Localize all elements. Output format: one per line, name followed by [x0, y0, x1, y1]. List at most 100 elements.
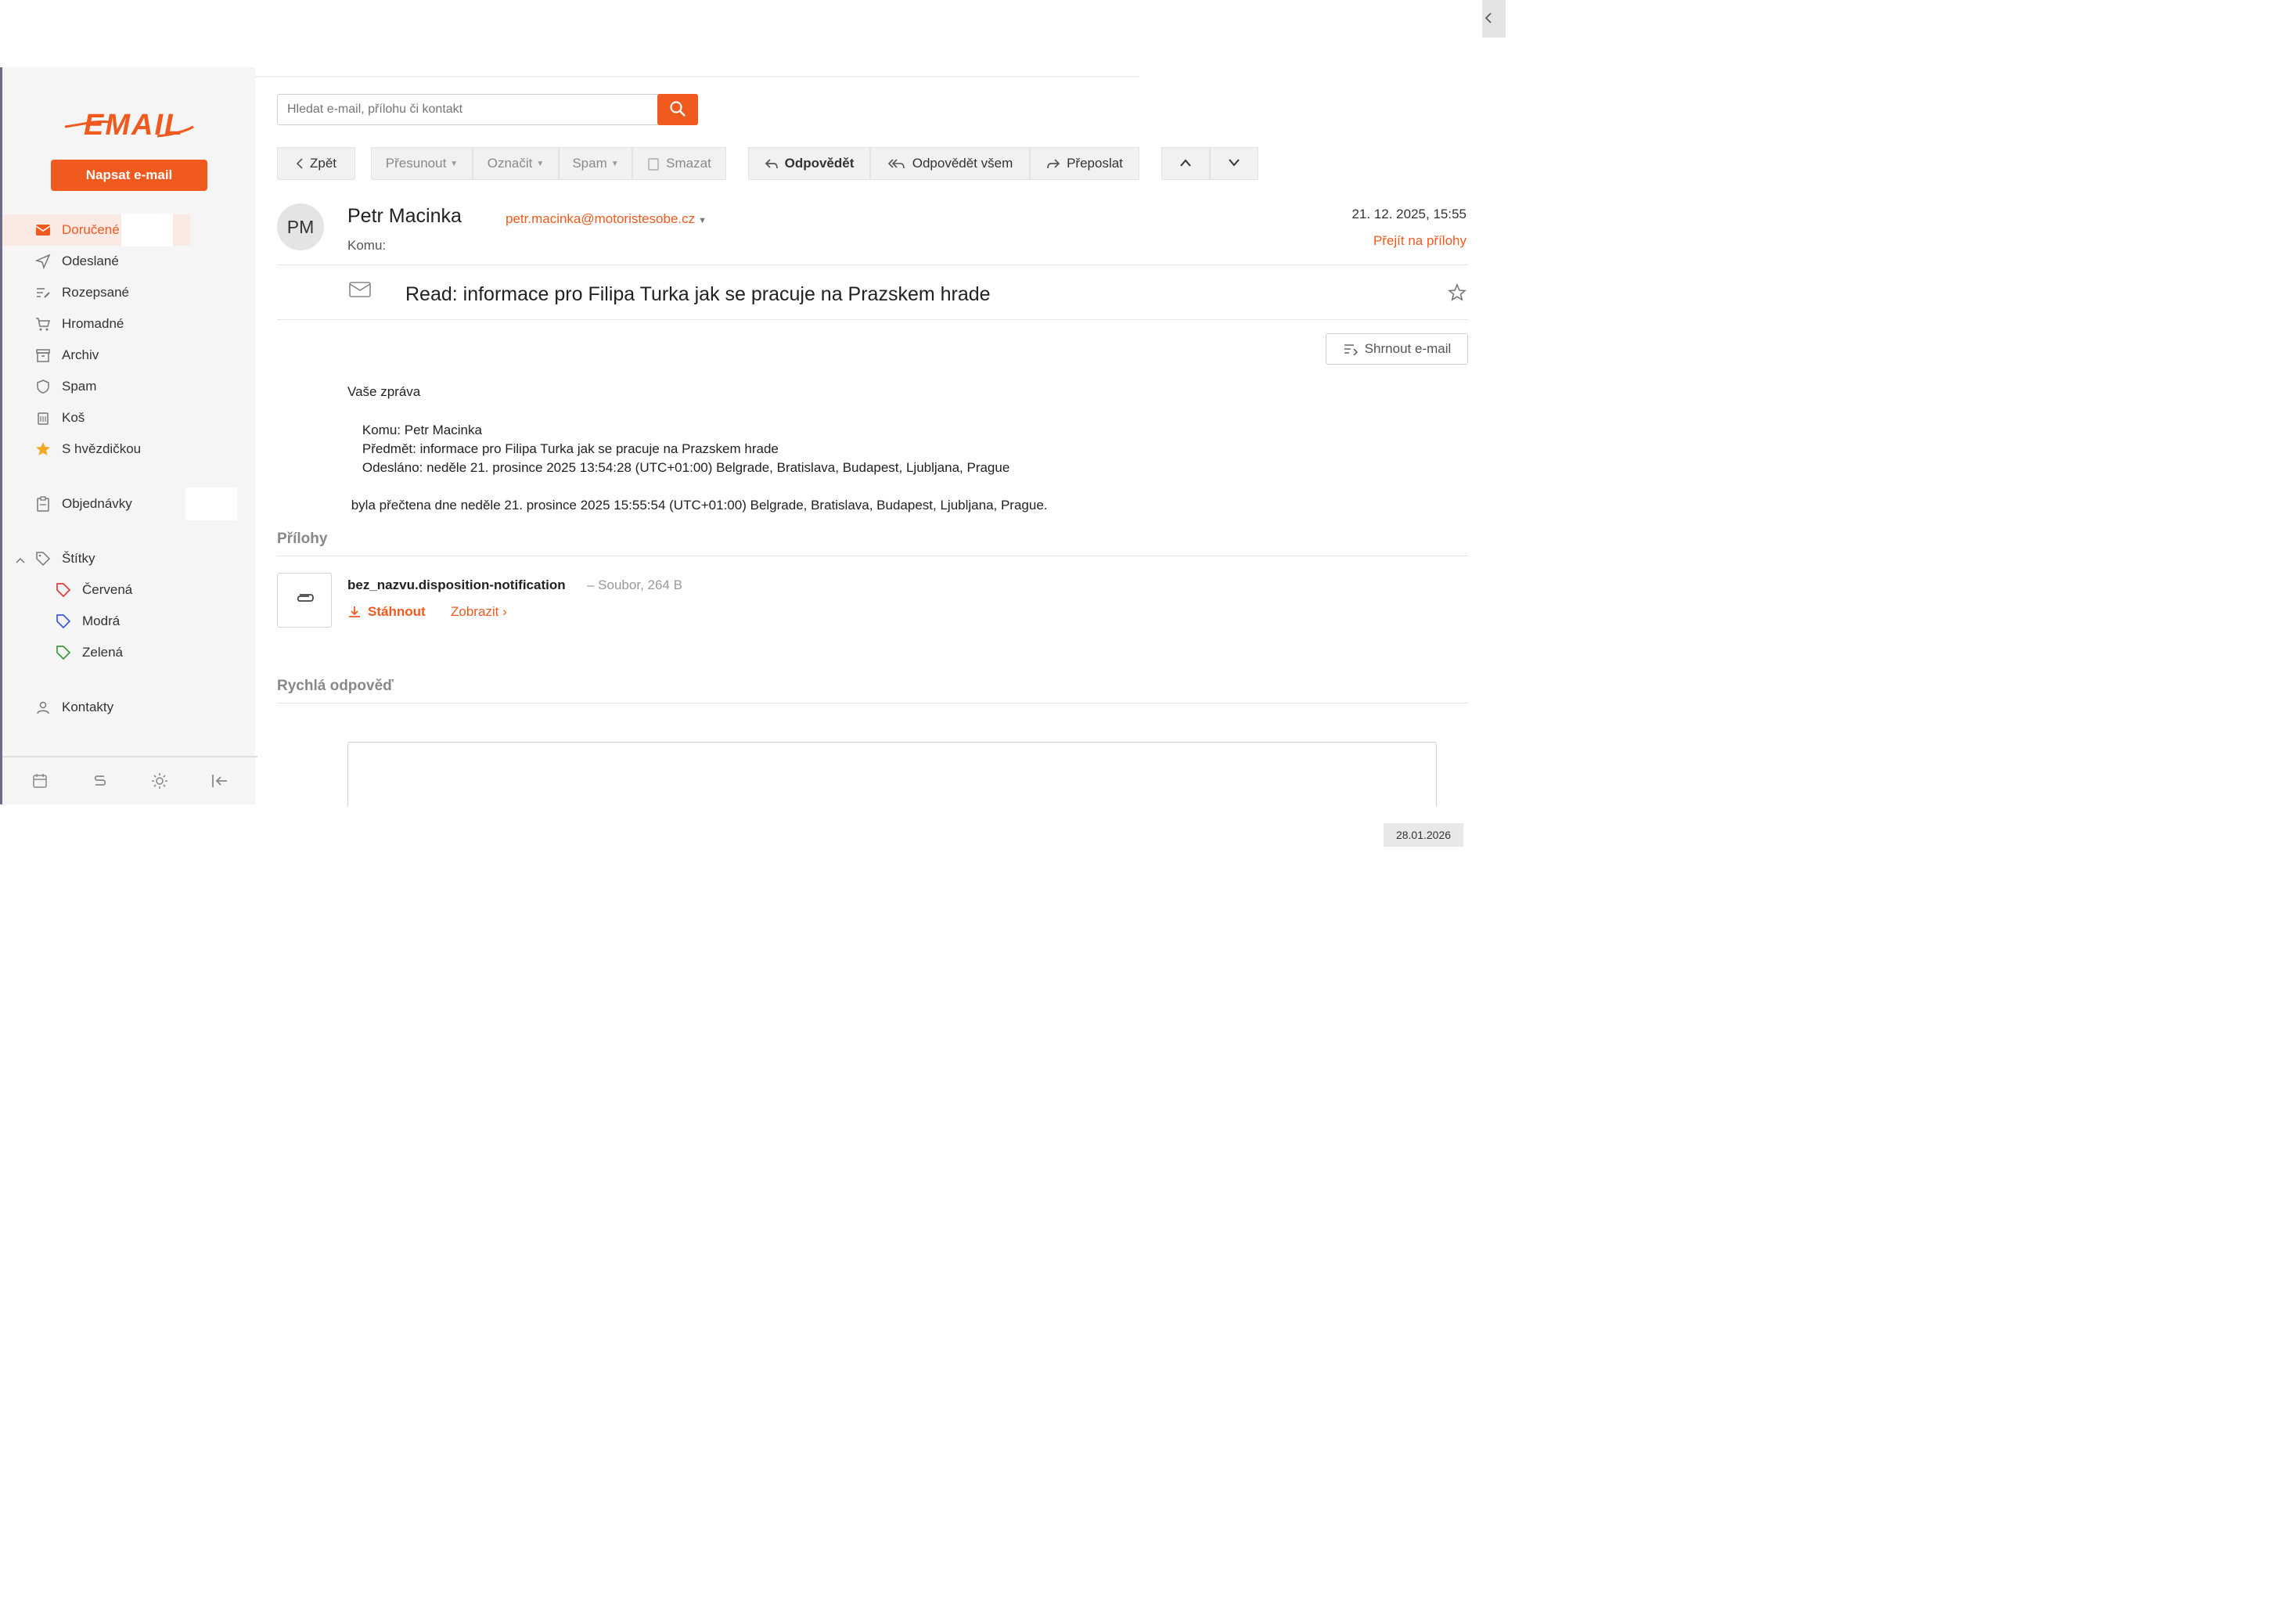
body-line: Předmět: informace pro Filipa Turka jak … [347, 441, 779, 456]
avatar: PM [277, 203, 324, 250]
spam-button[interactable]: Spam ▼ [559, 147, 632, 180]
paperclip-icon [293, 592, 315, 609]
folder-spam[interactable]: Spam [2, 371, 257, 402]
folder-label: Kontakty [62, 700, 114, 714]
star-toggle-icon[interactable] [1447, 282, 1467, 306]
download-icon [347, 605, 362, 619]
chevron-left-icon [1482, 6, 1495, 30]
tag-icon [34, 549, 52, 568]
compose-button[interactable]: Napsat e-mail [51, 160, 207, 191]
folder-bulk[interactable]: Hromadné [2, 308, 257, 340]
sender-email-text: petr.macinka@motoristesobe.cz [506, 211, 696, 226]
attachments-title: Přílohy [277, 531, 328, 547]
body-line: byla přečtena dne neděle 21. prosince 20… [347, 498, 1048, 513]
clipboard-icon [34, 495, 52, 513]
svg-text:EMAIL: EMAIL [84, 109, 184, 142]
download-label: Stáhnout [368, 604, 426, 619]
forward-button[interactable]: Přeposlat [1030, 147, 1139, 180]
blue-tag-icon [54, 612, 73, 631]
move-button[interactable]: Přesunout ▼ [371, 147, 473, 180]
label-red[interactable]: Červená [2, 574, 257, 606]
mark-button[interactable]: Označit ▼ [473, 147, 559, 180]
cart-icon [34, 315, 52, 333]
summarize-label: Shrnout e-mail [1364, 341, 1452, 356]
sender-name[interactable]: Petr Macinka [347, 205, 462, 228]
delete-button[interactable]: Smazat [632, 147, 726, 180]
folder-sent[interactable]: Odeslané [2, 246, 257, 277]
sidebar: EMAIL Napsat e-mail Doručené Odeslané Ro… [0, 67, 257, 804]
archive-icon [34, 346, 52, 365]
folder-label: Archiv [62, 347, 99, 362]
reply-label: Odpovědět [784, 156, 855, 171]
chevron-down-icon [1228, 156, 1240, 171]
body-line: Vaše zpráva [347, 384, 421, 399]
caret-down-icon: ▼ [610, 159, 619, 168]
labels-group-toggle[interactable]: Štítky [2, 543, 257, 574]
chevron-left-icon [296, 158, 304, 169]
summarize-icon [1343, 343, 1359, 355]
attachment-name[interactable]: bez_nazvu.disposition-notification [347, 577, 566, 593]
forward-icon [1046, 158, 1060, 169]
next-message-button[interactable] [1210, 147, 1258, 180]
reply-all-label: Odpovědět všem [912, 156, 1013, 171]
folder-drafts[interactable]: Rozepsané [2, 277, 257, 308]
date-badge: 28.01.2026 [1384, 823, 1463, 847]
search-button[interactable] [657, 94, 698, 125]
collapse-sidebar-icon[interactable] [208, 769, 232, 793]
folder-label: Odeslané [62, 254, 119, 268]
attachment-download-link[interactable]: Stáhnout [347, 604, 426, 620]
folder-label: Rozepsané [62, 285, 130, 300]
contacts-link[interactable]: Kontakty [2, 692, 257, 723]
move-label: Přesunout [385, 156, 447, 171]
sidebar-footer [2, 756, 257, 804]
attachment-meta: – Soubor, 264 B [587, 577, 682, 592]
collapse-panel-toggle[interactable] [1482, 0, 1506, 38]
back-label: Zpět [309, 156, 337, 171]
body-line: Komu: Petr Macinka [347, 423, 482, 437]
folder-starred[interactable]: S hvězdičkou [2, 434, 257, 465]
folder-label: Hromadné [62, 316, 124, 331]
quick-reply-textarea[interactable] [347, 742, 1437, 806]
folder-nav: Doručené Odeslané Rozepsané Hromadné Arc… [2, 214, 257, 723]
attachment-thumbnail[interactable] [277, 573, 332, 628]
folder-inbox[interactable]: Doručené [2, 214, 190, 246]
summarize-button[interactable]: Shrnout e-mail [1326, 333, 1468, 365]
header-divider [277, 264, 1468, 265]
mark-label: Označit [487, 156, 533, 171]
reply-icon [765, 158, 779, 169]
message-subject: Read: informace pro Filipa Turka jak se … [405, 283, 991, 305]
calendar-icon[interactable] [28, 769, 52, 793]
goto-attachments-link[interactable]: Přejít na přílohy [1373, 233, 1466, 249]
top-divider [255, 76, 1139, 77]
label-name: Červená [82, 582, 133, 597]
forward-label: Přeposlat [1067, 156, 1123, 171]
caret-down-icon: ▼ [450, 159, 459, 168]
subject-divider [277, 319, 1468, 320]
attachment-view-link[interactable]: Zobrazit › [451, 604, 507, 620]
envelope-icon [349, 282, 371, 301]
search-input[interactable] [278, 95, 677, 124]
label-name: Modrá [82, 613, 121, 628]
chevron-up-icon [15, 552, 26, 568]
delete-label: Smazat [666, 156, 711, 171]
inbox-icon [34, 221, 52, 239]
back-button[interactable]: Zpět [277, 147, 355, 180]
swap-icon[interactable] [88, 769, 112, 793]
email-logo[interactable]: EMAIL [63, 103, 196, 142]
trash-icon [647, 157, 660, 171]
folder-label: Doručené [62, 222, 120, 237]
unread-counter [121, 214, 173, 246]
label-green[interactable]: Zelená [2, 637, 257, 668]
subject-row: Read: informace pro Filipa Turka jak se … [277, 266, 1467, 319]
person-icon [34, 698, 52, 717]
folder-archive[interactable]: Archiv [2, 340, 257, 371]
reply-button[interactable]: Odpovědět [748, 147, 870, 180]
folder-label: Štítky [62, 551, 95, 566]
folder-trash[interactable]: Koš [2, 402, 257, 434]
sender-email[interactable]: petr.macinka@motoristesobe.cz ▼ [506, 211, 707, 227]
previous-message-button[interactable] [1161, 147, 1210, 180]
settings-icon[interactable] [148, 769, 171, 793]
folder-orders[interactable]: Objednávky [2, 487, 257, 520]
label-blue[interactable]: Modrá [2, 606, 257, 637]
reply-all-button[interactable]: Odpovědět všem [870, 147, 1030, 180]
